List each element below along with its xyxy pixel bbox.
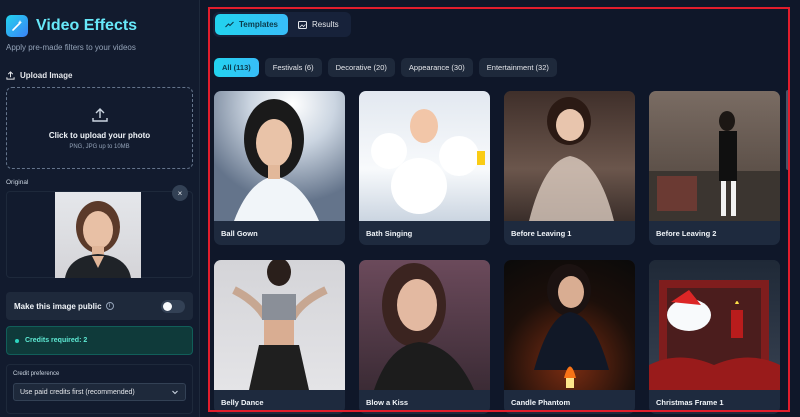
filter-all[interactable]: All (113) xyxy=(214,58,259,77)
template-title: Before Leaving 2 xyxy=(656,228,717,238)
status-dot-icon xyxy=(15,338,19,343)
template-thumbnail xyxy=(214,260,345,390)
app-subtitle: Apply pre-made filters to your videos xyxy=(6,43,136,52)
template-card[interactable]: Before Leaving 1 xyxy=(504,91,635,245)
template-thumbnail xyxy=(504,260,635,390)
filter-entertainment[interactable]: Entertainment (32) xyxy=(478,58,557,77)
filter-appearance[interactable]: Appearance (30) xyxy=(400,58,473,77)
brand: Video Effects xyxy=(6,15,193,37)
upload-arrow-icon xyxy=(91,108,108,122)
image-icon xyxy=(297,20,307,29)
original-label: Original xyxy=(6,179,29,186)
magic-wand-icon xyxy=(6,15,28,37)
template-thumbnail xyxy=(649,91,780,221)
template-title: Blow a Kiss xyxy=(366,397,409,407)
credit-preference-select[interactable]: Use paid credits first (recommended) xyxy=(13,383,186,401)
credits-text: Credits required: 2 xyxy=(25,337,88,344)
dropzone-title: Click to upload your photo xyxy=(48,131,151,140)
original-photo xyxy=(55,192,141,278)
template-title: Belly Dance xyxy=(221,397,264,407)
template-card[interactable]: Christmas Frame 1 xyxy=(649,260,780,414)
template-card[interactable]: Before Leaving 2 xyxy=(649,91,780,245)
template-thumbnail xyxy=(649,260,780,390)
category-filters: All (113) Festivals (6) Decorative (20) … xyxy=(214,58,557,77)
template-title: Christmas Frame 1 xyxy=(656,397,724,407)
template-title: Bath Singing xyxy=(366,228,413,238)
template-thumbnail xyxy=(504,91,635,221)
template-thumbnail xyxy=(214,91,345,221)
upload-icon xyxy=(6,71,15,80)
main-panel: Templates Results All (113) Festivals (6… xyxy=(200,0,800,417)
filter-decorative[interactable]: Decorative (20) xyxy=(327,58,395,77)
public-toggle-label: Make this image public i xyxy=(14,302,114,311)
upload-dropzone[interactable]: Click to upload your photo PNG, JPG up t… xyxy=(6,87,193,169)
public-toggle[interactable] xyxy=(161,299,185,313)
template-card[interactable]: Belly Dance xyxy=(214,260,345,414)
upload-section-label: Upload Image xyxy=(6,71,193,80)
template-card[interactable]: Blow a Kiss xyxy=(359,260,490,414)
public-toggle-row: Make this image public i xyxy=(6,292,193,320)
trend-icon xyxy=(225,21,234,28)
template-title: Ball Gown xyxy=(221,228,258,238)
original-preview: × xyxy=(6,185,193,278)
template-thumbnail xyxy=(359,260,490,390)
dropzone-hint: PNG, JPG up to 10MB xyxy=(69,144,130,150)
app-title: Video Effects xyxy=(36,17,138,34)
template-title: Candle Phantom xyxy=(511,397,571,407)
info-icon[interactable]: i xyxy=(105,302,114,310)
filter-festivals[interactable]: Festivals (6) xyxy=(264,58,322,77)
template-card[interactable]: Candle Phantom xyxy=(504,260,635,414)
credit-preference: Credit preference Use paid credits first… xyxy=(6,364,193,414)
view-tabs: Templates Results xyxy=(213,12,351,37)
template-grid: Ball Gown Bath Singing Before Leaving 1 … xyxy=(214,91,780,414)
template-card[interactable]: Bath Singing xyxy=(359,91,490,245)
sidebar: Video Effects Apply pre-made filters to … xyxy=(0,0,200,417)
template-title: Before Leaving 1 xyxy=(511,228,572,238)
upload-label-text: Upload Image xyxy=(20,71,73,80)
tab-templates[interactable]: Templates xyxy=(215,14,288,35)
credit-preference-label: Credit preference xyxy=(13,371,60,377)
grid-scrollbar[interactable] xyxy=(786,90,790,170)
credits-notice: Credits required: 2 xyxy=(6,326,193,355)
remove-photo-button[interactable]: × xyxy=(172,185,188,201)
template-card[interactable]: Ball Gown xyxy=(214,91,345,245)
tab-results[interactable]: Results xyxy=(288,14,349,35)
chevron-down-icon xyxy=(172,390,178,395)
template-thumbnail xyxy=(359,91,490,221)
